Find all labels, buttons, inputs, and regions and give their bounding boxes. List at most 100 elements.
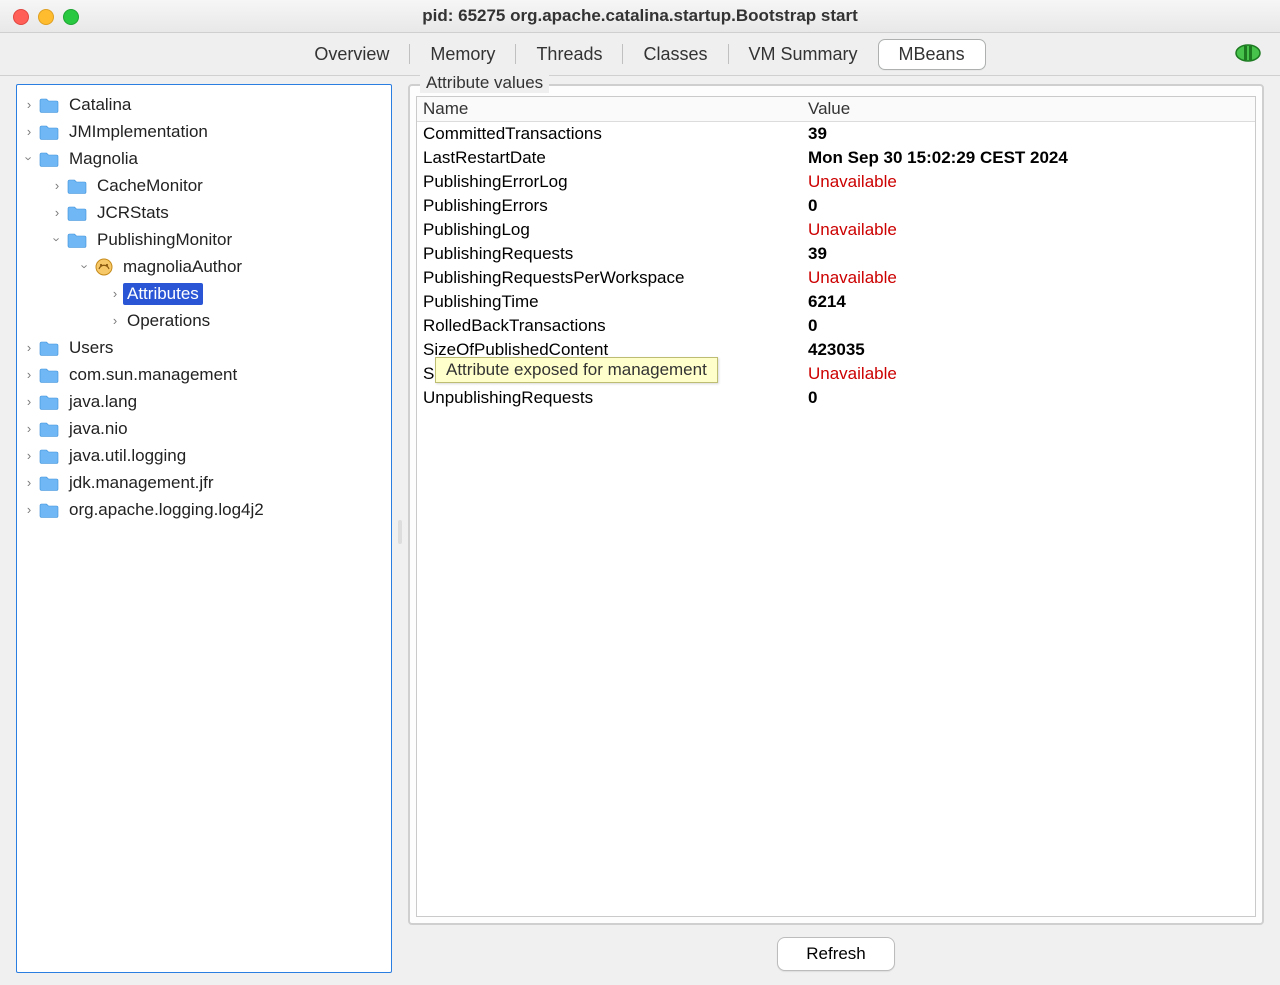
attr-name: PublishingErrors (423, 195, 808, 217)
tree-label: JCRStats (93, 202, 173, 224)
tree-label: magnoliaAuthor (119, 256, 246, 278)
expand-icon[interactable]: › (21, 421, 37, 436)
attr-value: 423035 (808, 339, 1249, 361)
expand-icon[interactable]: › (21, 124, 37, 139)
mbean-tree[interactable]: › Catalina › JMImplementation › Magnolia… (16, 84, 392, 973)
attr-name: PublishingTime (423, 291, 808, 313)
attr-name: PublishingRequests (423, 243, 808, 265)
tab-vm-summary[interactable]: VM Summary (729, 40, 878, 69)
table-row[interactable]: PublishingErrors0 (417, 194, 1255, 218)
col-header-value: Value (808, 98, 1249, 120)
tree-label: Users (65, 337, 117, 359)
tree-label: CacheMonitor (93, 175, 207, 197)
tree-label: org.apache.logging.log4j2 (65, 499, 268, 521)
zoom-window-button[interactable] (63, 9, 79, 25)
tab-mbeans[interactable]: MBeans (878, 39, 986, 70)
attr-value: Unavailable (808, 171, 1249, 193)
expand-icon[interactable]: › (21, 448, 37, 463)
attr-value: 39 (808, 123, 1249, 145)
collapse-icon[interactable]: › (50, 232, 65, 248)
table-row[interactable]: CommittedTransactions39 (417, 122, 1255, 146)
attr-name: LastRestartDate (423, 147, 808, 169)
expand-icon[interactable]: › (21, 97, 37, 112)
expand-icon[interactable]: › (21, 367, 37, 382)
tree-node-users[interactable]: › Users (17, 334, 391, 361)
mbean-icon (95, 258, 113, 276)
attr-value: 0 (808, 315, 1249, 337)
attribute-table[interactable]: Name Value CommittedTransactions39LastRe… (416, 96, 1256, 917)
table-row[interactable]: PublishingErrorLogUnavailable (417, 170, 1255, 194)
titlebar: pid: 65275 org.apache.catalina.startup.B… (0, 0, 1280, 33)
minimize-window-button[interactable] (38, 9, 54, 25)
attr-name: RolledBackTransactions (423, 315, 808, 337)
tab-overview[interactable]: Overview (294, 40, 409, 69)
tree-node-java-nio[interactable]: › java.nio (17, 415, 391, 442)
tree-label: java.nio (65, 418, 132, 440)
attr-name: PublishingLog (423, 219, 808, 241)
folder-icon (39, 340, 59, 356)
tree-node-log4j2[interactable]: › org.apache.logging.log4j2 (17, 496, 391, 523)
tab-threads[interactable]: Threads (516, 40, 622, 69)
expand-icon[interactable]: › (107, 313, 123, 328)
tree-node-attributes[interactable]: › Attributes (17, 280, 391, 307)
tree-node-jdk-management-jfr[interactable]: › jdk.management.jfr (17, 469, 391, 496)
folder-icon (39, 448, 59, 464)
table-row[interactable]: PublishingLogUnavailable (417, 218, 1255, 242)
table-row[interactable]: PublishingTime6214 (417, 290, 1255, 314)
table-row[interactable]: UnpublishingRequests0 (417, 386, 1255, 410)
tree-node-publishing-monitor[interactable]: › PublishingMonitor (17, 226, 391, 253)
tooltip: Attribute exposed for management (435, 357, 718, 383)
attr-value: 6214 (808, 291, 1249, 313)
tree-label: jdk.management.jfr (65, 472, 218, 494)
collapse-icon[interactable]: › (22, 151, 37, 167)
folder-icon (39, 97, 59, 113)
panel-legend: Attribute values (420, 73, 549, 93)
attr-name: UnpublishingRequests (423, 387, 808, 409)
folder-icon (39, 367, 59, 383)
table-row[interactable]: PublishingRequestsPerWorkspaceUnavailabl… (417, 266, 1255, 290)
tree-label: java.lang (65, 391, 141, 413)
tree-node-magnolia[interactable]: › Magnolia (17, 145, 391, 172)
attr-value: 0 (808, 387, 1249, 409)
expand-icon[interactable]: › (49, 205, 65, 220)
tree-node-java-lang[interactable]: › java.lang (17, 388, 391, 415)
refresh-button[interactable]: Refresh (777, 937, 895, 971)
folder-icon (39, 151, 59, 167)
tree-label: Operations (123, 310, 214, 332)
attr-value: Unavailable (808, 363, 1249, 385)
tree-node-magnolia-author[interactable]: › magnoliaAuthor (17, 253, 391, 280)
expand-icon[interactable]: › (21, 475, 37, 490)
folder-icon (39, 421, 59, 437)
close-window-button[interactable] (13, 9, 29, 25)
attr-value: 0 (808, 195, 1249, 217)
expand-icon[interactable]: › (21, 340, 37, 355)
tree-node-catalina[interactable]: › Catalina (17, 91, 391, 118)
tree-node-java-util-logging[interactable]: › java.util.logging (17, 442, 391, 469)
folder-icon (39, 502, 59, 518)
attr-name: CommittedTransactions (423, 123, 808, 145)
tree-label: java.util.logging (65, 445, 190, 467)
expand-icon[interactable]: › (107, 286, 123, 301)
attr-value: Unavailable (808, 219, 1249, 241)
tree-node-jmimplementation[interactable]: › JMImplementation (17, 118, 391, 145)
tree-label: Attributes (123, 283, 203, 305)
table-row[interactable]: PublishingRequests39 (417, 242, 1255, 266)
tree-node-com-sun-management[interactable]: › com.sun.management (17, 361, 391, 388)
folder-icon (67, 205, 87, 221)
tab-memory[interactable]: Memory (410, 40, 515, 69)
tree-node-operations[interactable]: › Operations (17, 307, 391, 334)
expand-icon[interactable]: › (21, 394, 37, 409)
table-row[interactable]: RolledBackTransactions0 (417, 314, 1255, 338)
table-row[interactable]: LastRestartDateMon Sep 30 15:02:29 CEST … (417, 146, 1255, 170)
splitter-handle[interactable] (396, 76, 404, 985)
expand-icon[interactable]: › (21, 502, 37, 517)
attr-name: PublishingErrorLog (423, 171, 808, 193)
tree-label: Catalina (65, 94, 135, 116)
tab-classes[interactable]: Classes (623, 40, 727, 69)
window-title: pid: 65275 org.apache.catalina.startup.B… (0, 6, 1280, 26)
expand-icon[interactable]: › (49, 178, 65, 193)
collapse-icon[interactable]: › (78, 259, 93, 275)
tree-node-cache-monitor[interactable]: › CacheMonitor (17, 172, 391, 199)
tree-node-jcr-stats[interactable]: › JCRStats (17, 199, 391, 226)
folder-icon (39, 124, 59, 140)
